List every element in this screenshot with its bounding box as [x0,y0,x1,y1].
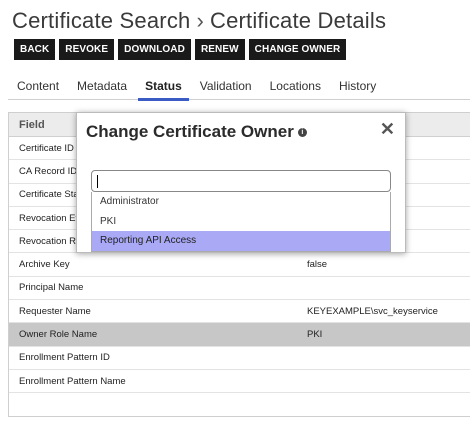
owner-search-input[interactable] [96,173,376,189]
table-row[interactable]: Requester Name KEYEXAMPLE\svc_keyservice [9,300,470,324]
option-administrator[interactable]: Administrator [92,192,390,212]
dialog-title-text: Change Certificate Owner [86,122,294,141]
field-name: Owner Role Name [19,329,98,341]
owner-search-combobox[interactable] [91,170,391,192]
field-name: Enrollment Pattern ID [19,352,110,364]
tab-history[interactable]: History [330,76,385,100]
tab-metadata[interactable]: Metadata [68,76,136,100]
revoke-button[interactable]: REVOKE [59,39,115,60]
certificate-details-page: Certificate Search › Certificate Details B… [0,0,470,428]
tab-status[interactable]: Status [136,76,191,101]
table-row[interactable]: Archive Key false [9,253,470,277]
table-row[interactable]: Principal Name [9,277,470,301]
owner-options-list: Administrator PKI Reporting API Access [91,192,391,252]
tab-locations[interactable]: Locations [261,76,330,100]
renew-button[interactable]: RENEW [194,39,245,60]
field-value: KEYEXAMPLE\svc_keyservice [307,305,438,317]
close-icon[interactable]: ✕ [380,119,395,140]
dialog-title: Change Certificate Owner i [86,122,307,142]
option-pki[interactable]: PKI [92,212,390,232]
change-owner-button[interactable]: CHANGE OWNER [248,39,347,60]
download-button[interactable]: DOWNLOAD [118,39,191,60]
page-title: Certificate Search › Certificate Details [12,8,386,34]
field-value: PKI [307,329,323,341]
table-row[interactable]: Enrollment Pattern Name [9,370,470,394]
field-name: Enrollment Pattern Name [19,375,126,387]
option-reporting-api-access[interactable]: Reporting API Access [92,231,390,251]
field-value: false [307,259,328,271]
field-name: Requester Name [19,305,91,317]
breadcrumb-root[interactable]: Certificate Search [12,8,190,33]
change-owner-dialog: Change Certificate Owner i ✕ Administrato… [76,112,406,253]
field-name: Archive Key [19,259,70,271]
back-button[interactable]: BACK [14,39,56,60]
table-row-selected[interactable]: Owner Role Name PKI [9,323,470,347]
table-row[interactable]: Enrollment Pattern ID [9,347,470,370]
breadcrumb-separator: › [196,8,204,33]
action-toolbar: BACK REVOKE DOWNLOAD RENEW CHANGE OWNER [14,39,347,60]
detail-tabs: Content Metadata Status Validation Locat… [8,76,470,101]
info-icon[interactable]: i [297,128,307,138]
breadcrumb-current: Certificate Details [209,8,387,33]
tab-validation[interactable]: Validation [191,76,261,100]
field-name: Principal Name [19,282,84,294]
tab-content[interactable]: Content [8,76,68,100]
